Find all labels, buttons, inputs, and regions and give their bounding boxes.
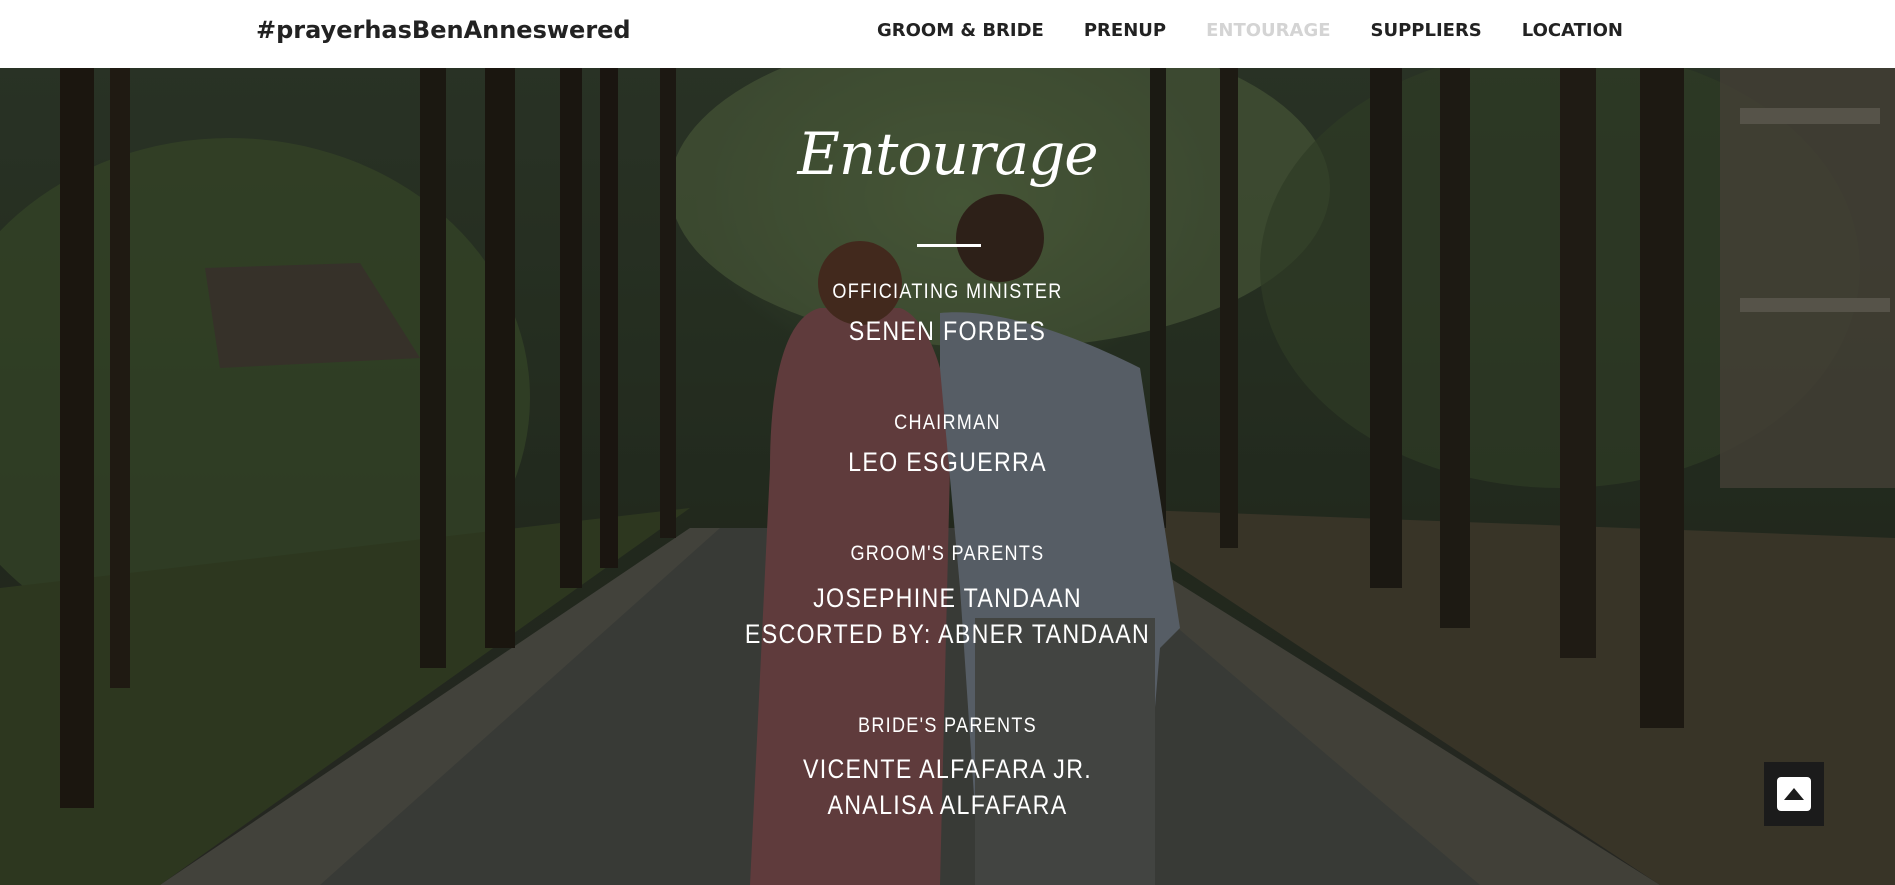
title-divider (917, 244, 981, 247)
role-label: BRIDE'S PARENTS (857, 714, 1038, 737)
nav-link-location[interactable]: LOCATION (1522, 20, 1623, 41)
main-nav: GROOM & BRIDE PRENUP ENTOURAGE SUPPLIERS… (877, 20, 1623, 41)
role-names: SENEN FORBES (133, 313, 1763, 349)
person-name: VICENTE ALFAFARA JR. (802, 754, 1093, 784)
role-names: JOSEPHINE TANDAAN ESCORTED BY: ABNER TAN… (133, 580, 1763, 652)
page: #prayerhasBenAnneswered GROOM & BRIDE PR… (0, 0, 1895, 885)
section-title: Entourage (797, 120, 1098, 188)
entourage-section: Entourage OFFICIATING MINISTER SENEN FOR… (0, 68, 1895, 885)
role-names: LEO ESGUERRA (133, 444, 1763, 480)
person-name: JOSEPHINE TANDAAN (813, 583, 1082, 613)
nav-link-groom-bride[interactable]: GROOM & BRIDE (877, 20, 1044, 41)
role-names: VICENTE ALFAFARA JR. ANALISA ALFAFARA (133, 751, 1763, 823)
person-name: LEO ESGUERRA (848, 447, 1047, 477)
role-label: CHAIRMAN (894, 411, 1001, 434)
role-label: GROOM'S PARENTS (850, 542, 1045, 565)
top-navbar: #prayerhasBenAnneswered GROOM & BRIDE PR… (0, 0, 1895, 68)
nav-link-entourage[interactable]: ENTOURAGE (1206, 20, 1330, 41)
site-brand[interactable]: #prayerhasBenAnneswered (256, 16, 631, 44)
person-name: SENEN FORBES (848, 316, 1047, 346)
caret-up-square-icon (1777, 777, 1811, 811)
role-label: OFFICIATING MINISTER (832, 280, 1063, 303)
person-name: ESCORTED BY: ABNER TANDAAN (744, 619, 1151, 649)
back-to-top-button[interactable] (1764, 762, 1824, 826)
nav-link-prenup[interactable]: PRENUP (1084, 20, 1166, 41)
person-name: ANALISA ALFAFARA (827, 790, 1068, 820)
nav-link-suppliers[interactable]: SUPPLIERS (1371, 20, 1482, 41)
